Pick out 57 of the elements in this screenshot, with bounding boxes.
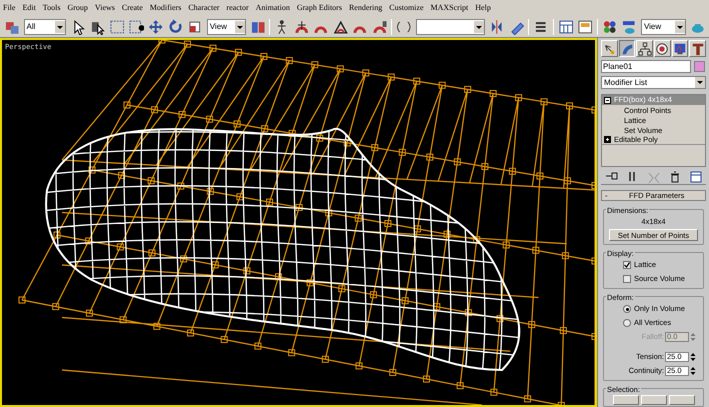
named-selection-dropdown[interactable] xyxy=(416,18,486,34)
reference-coordinate-dropdown[interactable]: View xyxy=(206,18,246,34)
modifier-list-dropdown[interactable]: Modifier List xyxy=(601,76,706,89)
spinner-arrows-icon[interactable] xyxy=(690,352,696,362)
utilities-icon xyxy=(690,42,705,56)
menu-item[interactable]: Rendering xyxy=(348,2,382,14)
hierarchy-icon xyxy=(638,42,652,56)
menu-item[interactable]: Graph Editors xyxy=(296,2,342,14)
menu-item[interactable]: Create xyxy=(122,2,143,14)
menu-item[interactable]: Tools xyxy=(42,2,60,14)
utilities-tab[interactable] xyxy=(689,40,706,57)
motion-icon xyxy=(655,42,670,56)
schematic-view-icon[interactable] xyxy=(577,18,593,34)
menu-item[interactable]: Character xyxy=(188,2,220,14)
selection-button[interactable] xyxy=(668,395,694,405)
collapse-icon[interactable] xyxy=(604,96,611,104)
scale-icon[interactable] xyxy=(187,18,203,34)
selection-filter-dropdown[interactable]: All xyxy=(24,18,66,34)
modify-tab[interactable] xyxy=(618,40,636,57)
checkmark-icon xyxy=(624,262,630,268)
rotate-icon[interactable] xyxy=(168,18,184,34)
menu-item[interactable]: MAXScript xyxy=(430,2,468,14)
checkbox[interactable] xyxy=(623,275,631,283)
menu-item[interactable]: Group xyxy=(67,2,88,14)
display-icon xyxy=(673,42,688,56)
checkbox[interactable] xyxy=(623,261,631,269)
menu-item[interactable]: reactor xyxy=(226,2,249,14)
spinner-arrows-icon[interactable] xyxy=(690,366,696,376)
angle-snap-icon[interactable] xyxy=(332,18,348,34)
render-view-dropdown[interactable]: View xyxy=(640,18,686,34)
display-tab[interactable] xyxy=(672,40,688,57)
move-icon[interactable] xyxy=(148,18,164,34)
braces-icon[interactable] xyxy=(396,18,412,34)
radio-button[interactable] xyxy=(623,319,631,327)
expand-icon[interactable] xyxy=(604,136,611,143)
radio-button[interactable] xyxy=(623,305,631,313)
menu-item[interactable]: Help xyxy=(475,2,491,14)
hierarchy-tab[interactable] xyxy=(636,40,654,57)
material-editor-icon[interactable] xyxy=(602,18,618,34)
menu-item[interactable]: Animation xyxy=(256,2,290,14)
rectangle-select-icon[interactable] xyxy=(109,18,125,34)
window-crossing-icon[interactable] xyxy=(128,18,144,34)
create-tab[interactable] xyxy=(601,40,618,57)
menu-item[interactable]: Customize xyxy=(389,2,424,14)
menu-item[interactable]: Modifiers xyxy=(150,2,182,14)
selection-button[interactable] xyxy=(640,395,666,405)
menu-item[interactable]: Views xyxy=(94,2,115,14)
selection-button[interactable] xyxy=(612,395,638,405)
object-name-field[interactable]: Plane01 xyxy=(601,60,691,73)
modify-icon xyxy=(620,42,634,56)
menu-item[interactable]: Edit xyxy=(22,2,36,14)
snap-icon[interactable] xyxy=(294,18,310,34)
menu-item[interactable]: File xyxy=(3,2,16,14)
configure-sets-icon[interactable] xyxy=(688,170,702,184)
object-color-swatch[interactable] xyxy=(694,61,705,72)
motion-tab[interactable] xyxy=(654,40,671,57)
curve-editor-icon[interactable] xyxy=(558,18,574,34)
